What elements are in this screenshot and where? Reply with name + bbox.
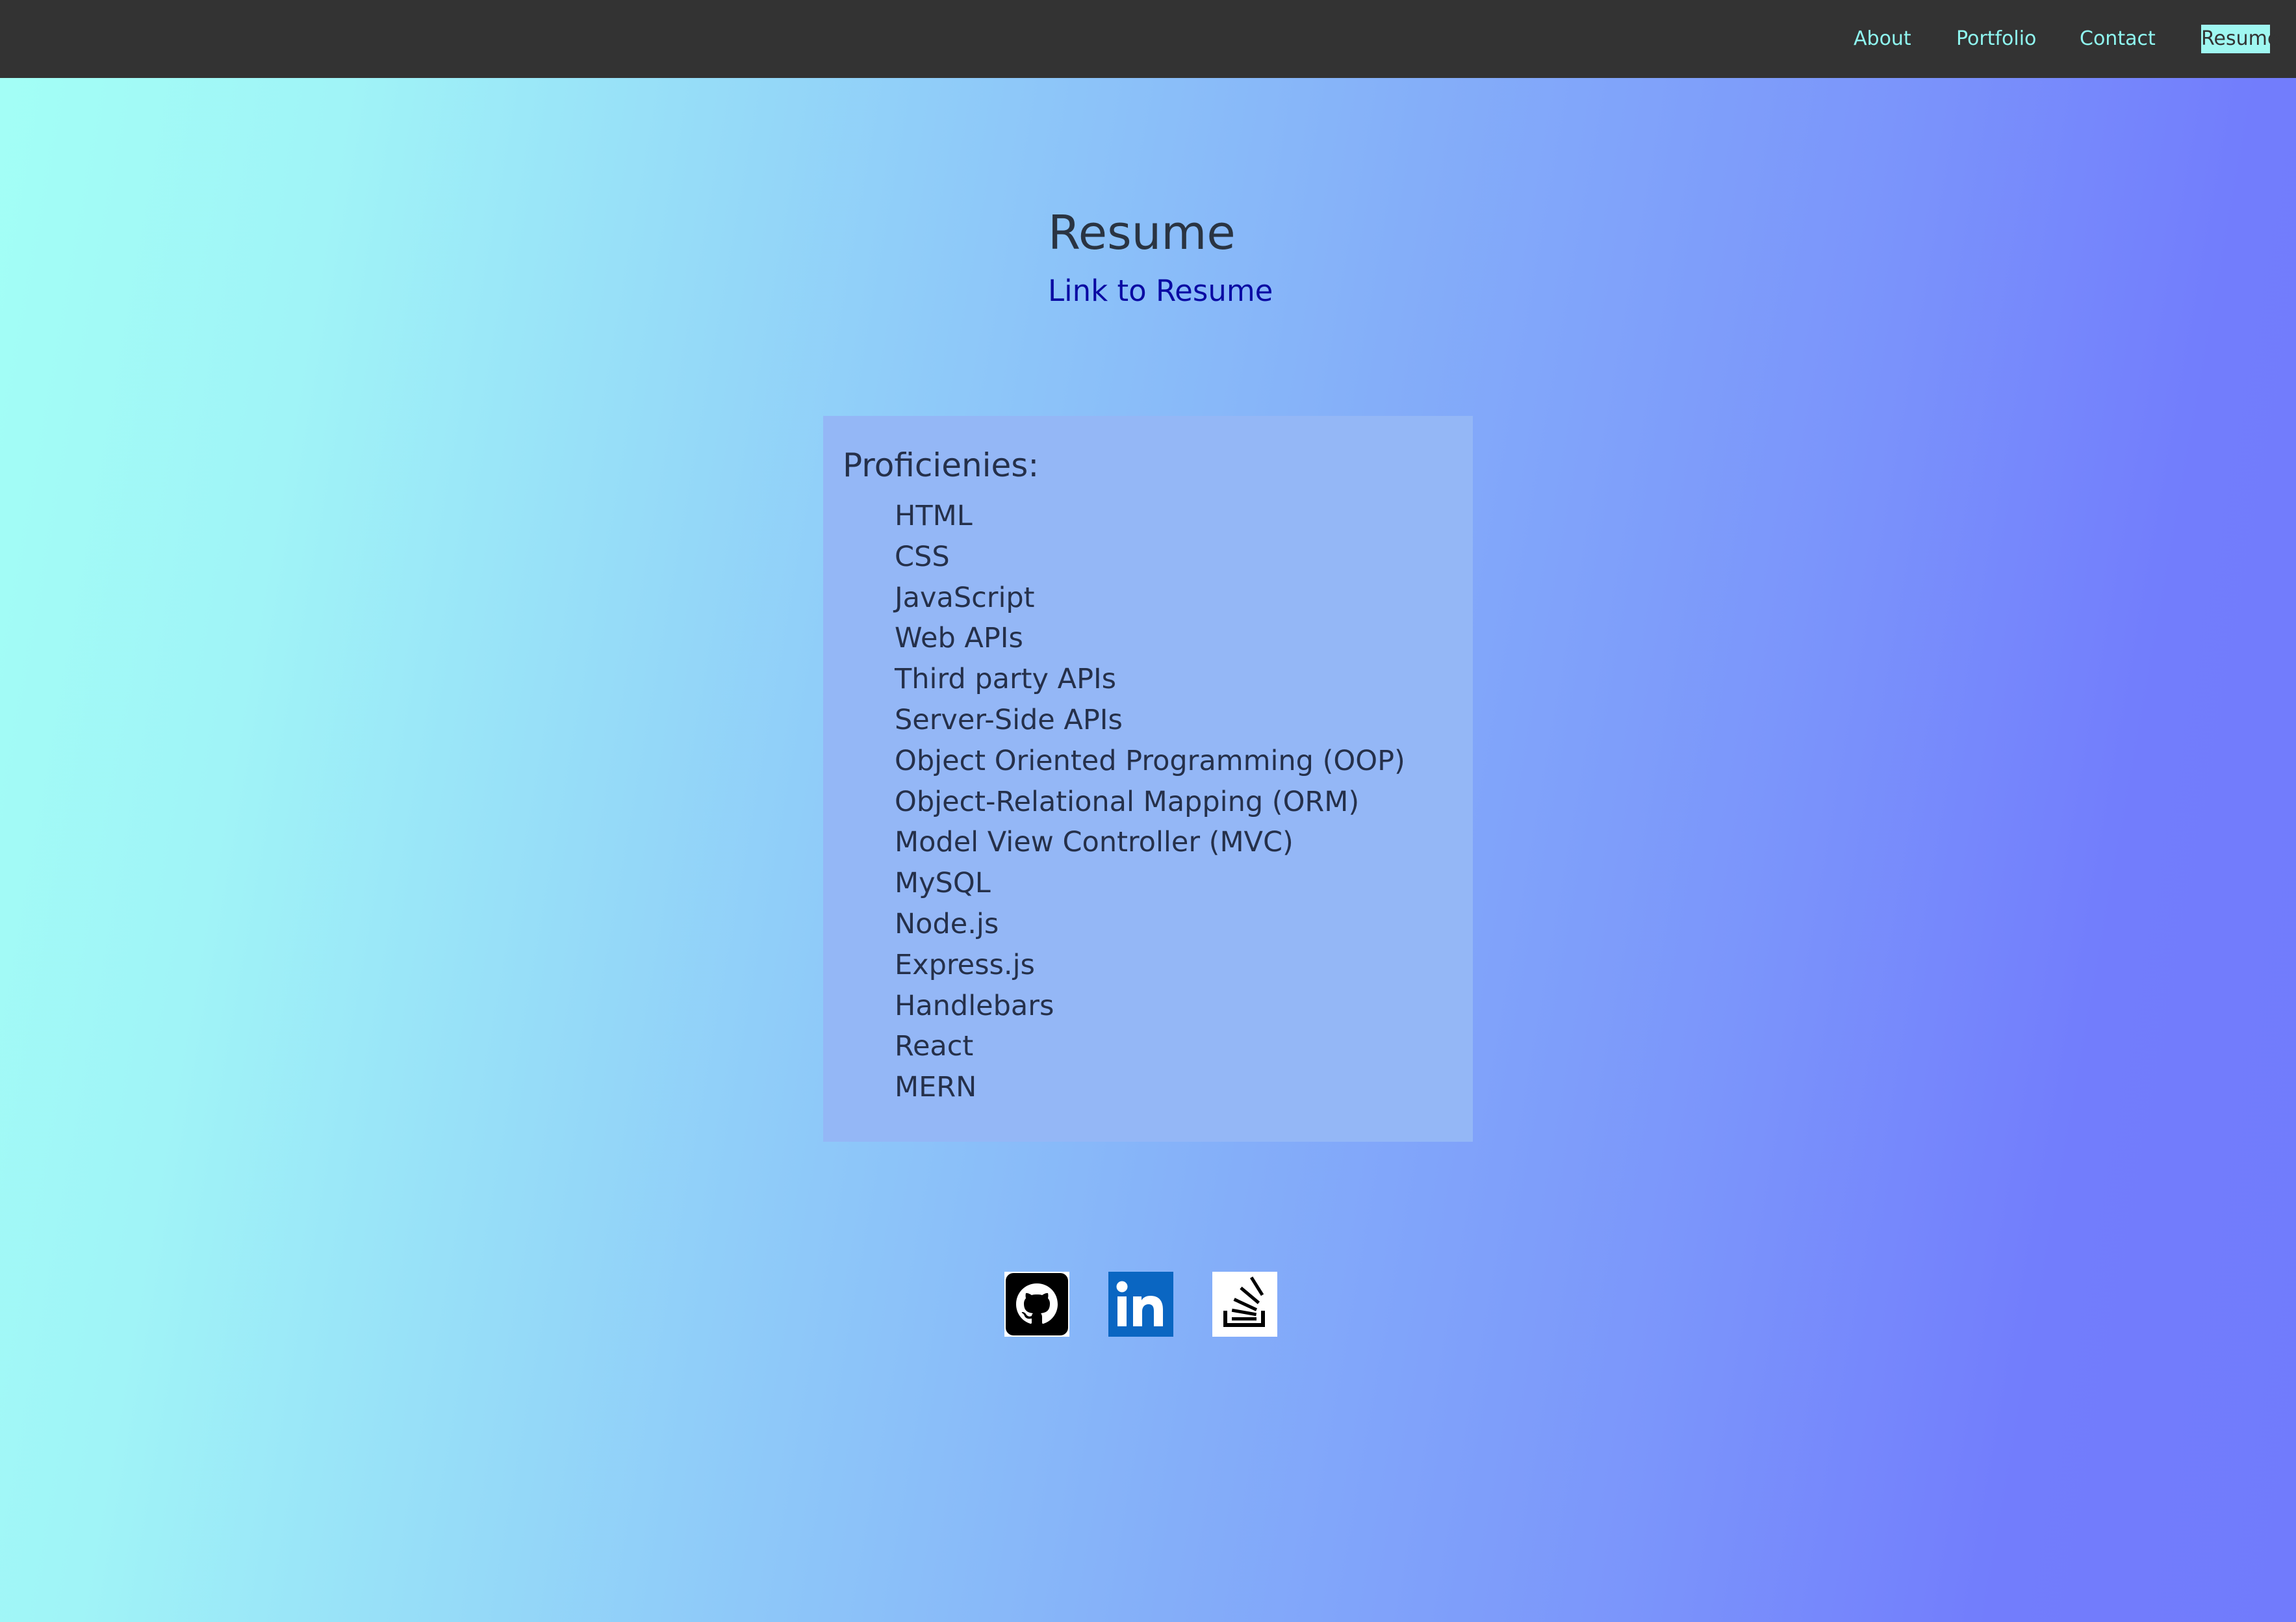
skill-item: Node.js [895,907,999,940]
proficiencies-card: Proficienies: HTML CSS JavaScript Web AP… [823,416,1473,1142]
skill-item: Web APIs [895,622,1023,655]
skill-item: Model View Controller (MVC) [895,826,1294,859]
github-icon [1006,1273,1068,1335]
nav-portfolio-link[interactable]: Portfolio [1956,25,2036,53]
proficiencies-title: Proficienies: [843,446,1040,484]
skill-item: Object Oriented Programming (OOP) [895,744,1405,777]
skill-item: React [895,1030,974,1063]
skill-item: MERN [895,1071,977,1104]
skills-list: HTML CSS JavaScript Web APIs Third party… [895,496,1405,1108]
skill-item: MySQL [895,867,991,900]
linkedin-icon [1108,1272,1173,1337]
github-link[interactable] [1004,1272,1069,1337]
linkedin-link[interactable] [1108,1272,1173,1337]
stackoverflow-link[interactable] [1212,1272,1277,1337]
skill-item: HTML [895,500,973,532]
page-title: Resume [1048,205,1236,260]
skill-item: Object-Relational Mapping (ORM) [895,785,1360,818]
skill-item: Third party APIs [895,663,1117,696]
stackoverflow-icon [1212,1272,1277,1337]
nav-contact-link[interactable]: Contact [2080,25,2156,53]
nav-resume-link[interactable]: Resume [2201,25,2279,53]
skill-item: Server-Side APIs [895,703,1123,736]
skill-item: CSS [895,540,950,573]
nav-about-link[interactable]: About [1854,25,1911,53]
skill-item: JavaScript [895,581,1035,614]
skill-item: Express.js [895,948,1035,981]
resume-link[interactable]: Link to Resume [1048,272,1273,311]
skill-item: Handlebars [895,989,1054,1022]
top-navbar: About Portfolio Contact Resume [0,0,2296,78]
